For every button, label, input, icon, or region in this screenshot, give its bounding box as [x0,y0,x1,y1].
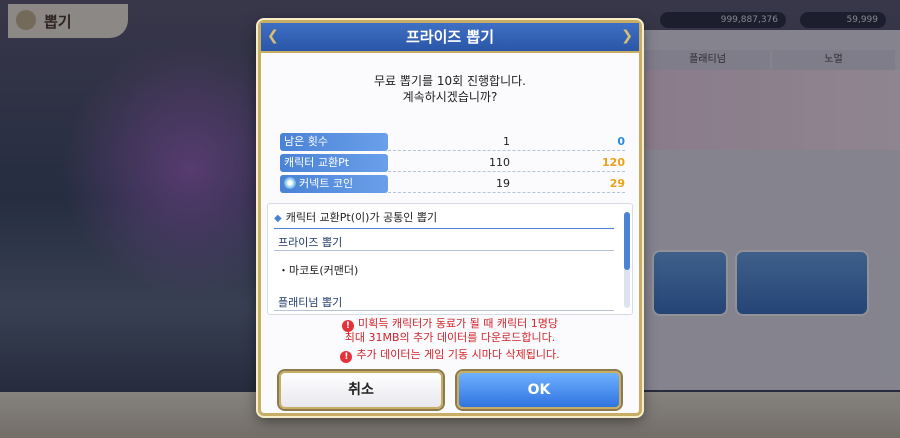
stat-label-text: 커넥트 코인 [299,177,354,190]
ornament-right-icon: ❯ [621,28,633,44]
stat-after: 120 [602,156,625,169]
message-line-2: 계속하시겠습니까? [402,90,498,104]
stat-row-remaining: 남은 횟수 1 0 [280,133,625,151]
stat-label: 커넥트 코인 [280,175,388,193]
dialog-title: 프라이즈 뽑기 [405,28,495,46]
stat-before: 19 [496,177,510,190]
message-line-1: 무료 뽑기를 10회 진행합니다. [374,74,526,88]
cancel-button[interactable]: 취소 [279,371,443,409]
stat-label: 캐릭터 교환Pt [280,154,388,172]
list-scroll-thumb[interactable] [624,212,630,270]
list-section-prize: 프라이즈 뽑기 [278,236,343,249]
prize-gacha-dialog: ❮ 프라이즈 뽑기 ❯ 무료 뽑기를 10회 진행합니다. 계속하시겠습니까? … [258,20,642,416]
list-item: ・마코토(커맨더) [278,264,359,277]
shared-pt-gacha-list[interactable]: ◆ 캐릭터 교환Pt(이)가 공통인 뽑기 프라이즈 뽑기 ・마코토(커맨더) 플… [267,203,633,315]
stat-row-exchange-pt: 캐릭터 교환Pt 110 120 [280,154,625,172]
stat-after: 0 [617,135,625,148]
list-header: ◆ 캐릭터 교환Pt(이)가 공통인 뽑기 [274,208,614,229]
stat-before: 110 [489,156,510,169]
confirm-message: 무료 뽑기를 10회 진행합니다. 계속하시겠습니까? [261,73,639,105]
stat-before: 1 [503,135,510,148]
diamond-icon: ◆ [274,213,282,224]
connect-coin-icon [284,177,296,189]
dialog-header: ❮ 프라이즈 뽑기 ❯ [261,23,639,53]
list-section-platinum: 플래티넘 뽑기 [278,296,343,309]
warning-line-2: 최대 31MB의 추가 데이터를 다운로드합니다. [344,331,556,344]
list-header-text: 캐릭터 교환Pt(이)가 공통인 뽑기 [285,211,438,224]
stat-after: 29 [609,177,625,190]
ok-button[interactable]: OK [457,371,621,409]
warning-line-3: ! 추가 데이터는 게임 기동 시마다 삭제됩니다. [261,348,639,363]
stat-row-connect-coin: 커넥트 코인 19 29 [280,175,625,193]
stat-label: 남은 횟수 [280,133,388,151]
warning-line-1: ! 미획득 캐릭터가 동료가 될 때 캐릭터 1명당 [261,317,639,332]
warning-icon: ! [340,351,353,363]
